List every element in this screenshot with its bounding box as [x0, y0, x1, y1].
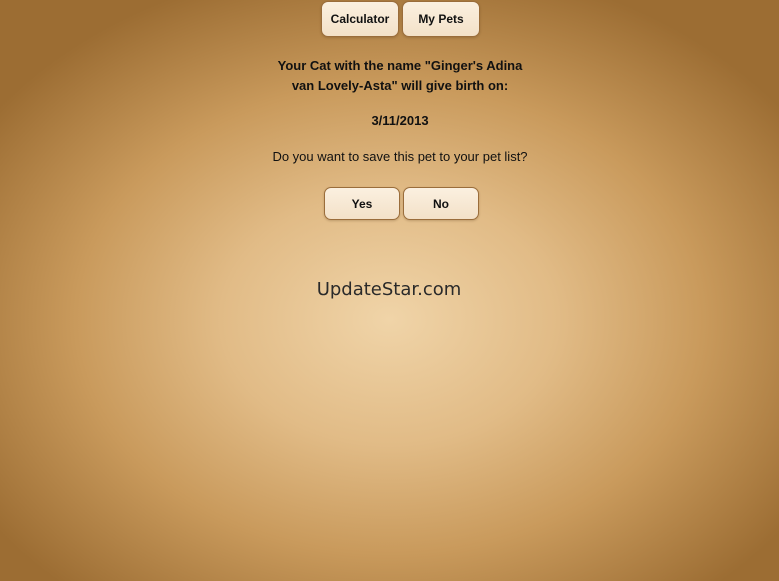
- no-button[interactable]: No: [403, 187, 479, 220]
- yes-button[interactable]: Yes: [324, 187, 400, 220]
- result-message-line-1: Your Cat with the name "Ginger's Adina: [277, 58, 523, 73]
- result-message-line-2: van Lovely-Asta" will give birth on:: [291, 78, 509, 93]
- top-navigation: Calculator My Pets: [321, 1, 480, 37]
- calculator-button[interactable]: Calculator: [321, 1, 399, 37]
- birth-date: 3/11/2013: [371, 113, 429, 128]
- answer-buttons: Yes No: [324, 187, 479, 220]
- birth-result-message: Your Cat with the name "Ginger's Adina v…: [200, 56, 600, 96]
- save-pet-question: Do you want to save this pet to your pet…: [272, 149, 528, 164]
- watermark-text: UpdateStar.com: [316, 279, 462, 300]
- my-pets-button[interactable]: My Pets: [402, 1, 480, 37]
